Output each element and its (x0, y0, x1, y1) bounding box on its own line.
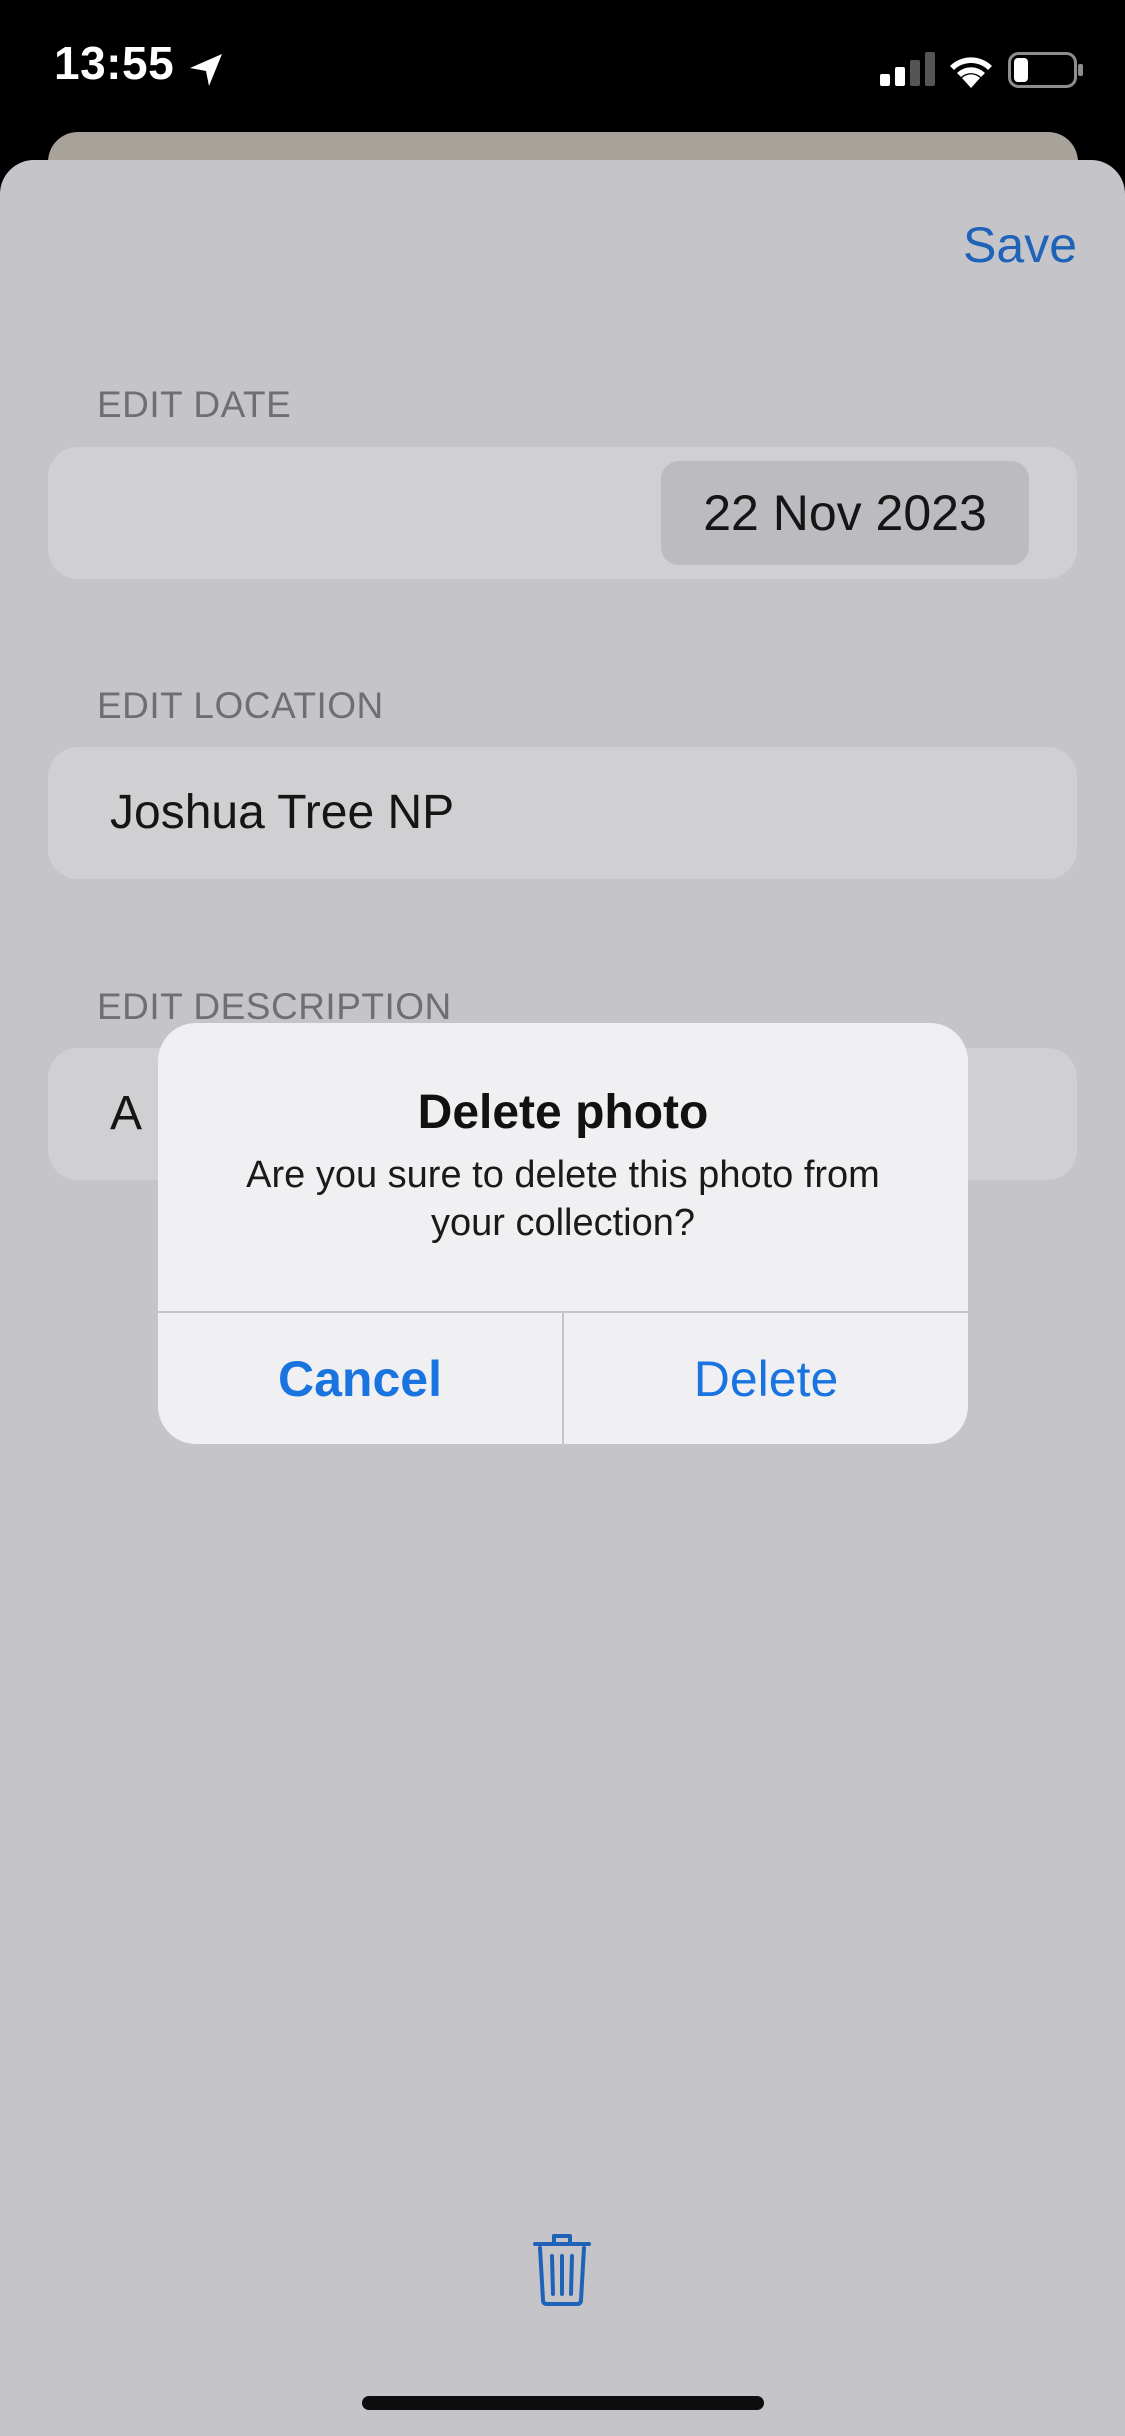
edit-description-label: EDIT DESCRIPTION (97, 986, 452, 1027)
date-field: 22 Nov 2023 (48, 447, 1077, 579)
delete-button[interactable]: Delete (564, 1313, 968, 1444)
edit-location-label: EDIT LOCATION (97, 685, 384, 726)
status-time: 13:55 (54, 37, 175, 89)
delete-photo-alert: Delete photo Are you sure to delete this… (158, 1023, 968, 1444)
cancel-button[interactable]: Cancel (158, 1313, 562, 1444)
status-bar: 13:55 (0, 0, 1125, 140)
date-picker-button[interactable]: 22 Nov 2023 (661, 461, 1029, 565)
location-value: Joshua Tree NP (110, 786, 455, 839)
cellular-signal-icon (880, 52, 935, 86)
save-button[interactable]: Save (963, 216, 1077, 274)
battery-icon (1008, 52, 1083, 88)
location-arrow-icon (190, 54, 222, 86)
location-input[interactable]: Joshua Tree NP (48, 747, 1077, 879)
trash-icon[interactable] (532, 2230, 592, 2306)
home-indicator (362, 2396, 764, 2410)
alert-title: Delete photo (417, 1086, 709, 1139)
description-value: A (110, 1087, 143, 1140)
edit-date-label: EDIT DATE (97, 384, 292, 425)
wifi-icon (950, 57, 992, 88)
alert-message: Are you sure to delete this photo from y… (246, 1154, 880, 1244)
